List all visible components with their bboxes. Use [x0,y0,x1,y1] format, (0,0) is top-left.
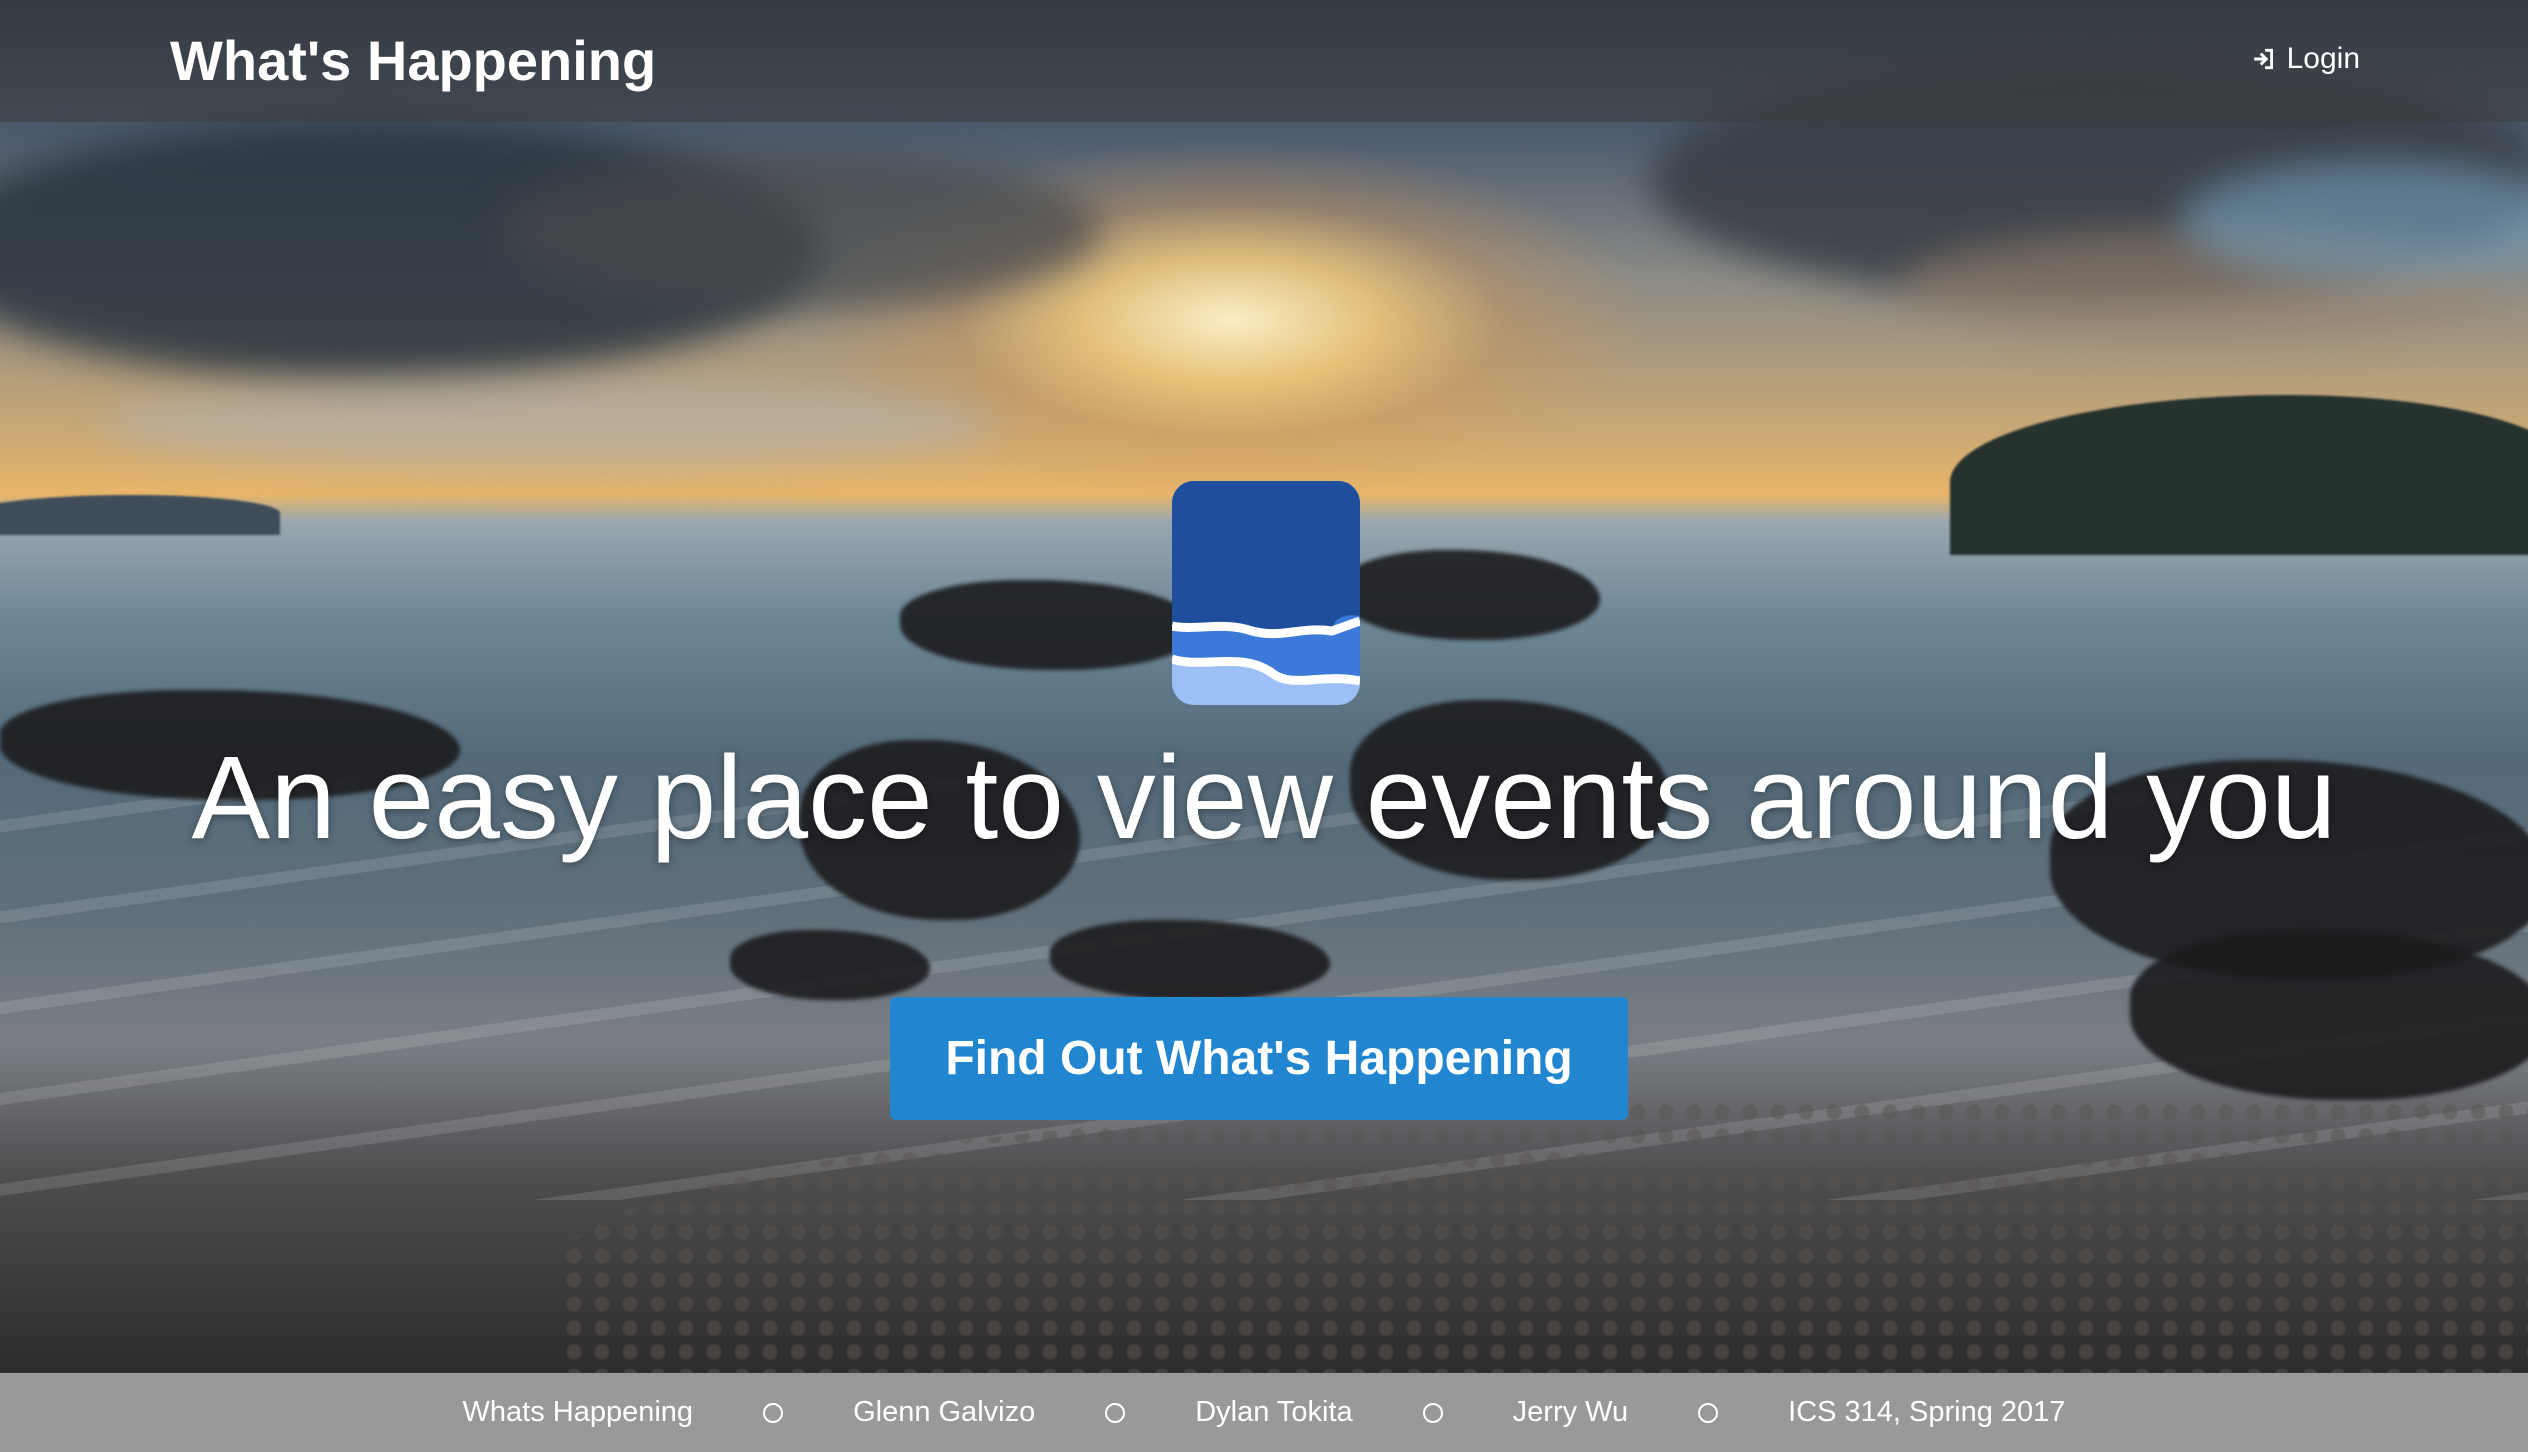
circle-outline-icon [1105,1402,1126,1423]
rock [2130,930,2528,1100]
footer-item: Whats Happening [462,1396,694,1428]
headland-trees [1950,395,2528,555]
circle-outline-icon [1422,1402,1443,1423]
footer-item: ICS 314, Spring 2017 [1788,1396,2066,1428]
rock [900,580,1200,670]
footer-item: Jerry Wu [1512,1396,1629,1428]
hero-headline: An easy place to view events around you [191,732,2337,864]
distant-island [0,495,280,535]
brand-title[interactable]: What's Happening [170,28,656,93]
footer: Whats Happening Glenn Galvizo Dylan Toki… [0,1373,2528,1452]
rock [1340,550,1600,640]
find-out-button[interactable]: Find Out What's Happening [890,997,1628,1120]
top-navbar: What's Happening Login [0,0,2528,122]
footer-item: Glenn Galvizo [853,1396,1036,1428]
chat-bubble-logo-icon [1172,481,1360,705]
login-link[interactable]: Login [2251,42,2360,76]
circle-outline-icon [763,1402,784,1423]
sign-in-icon [2253,48,2273,70]
cloud [500,150,1100,310]
cloud [100,380,1000,470]
login-label: Login [2286,42,2360,75]
circle-outline-icon [1698,1402,1719,1423]
footer-item: Dylan Tokita [1195,1396,1353,1428]
